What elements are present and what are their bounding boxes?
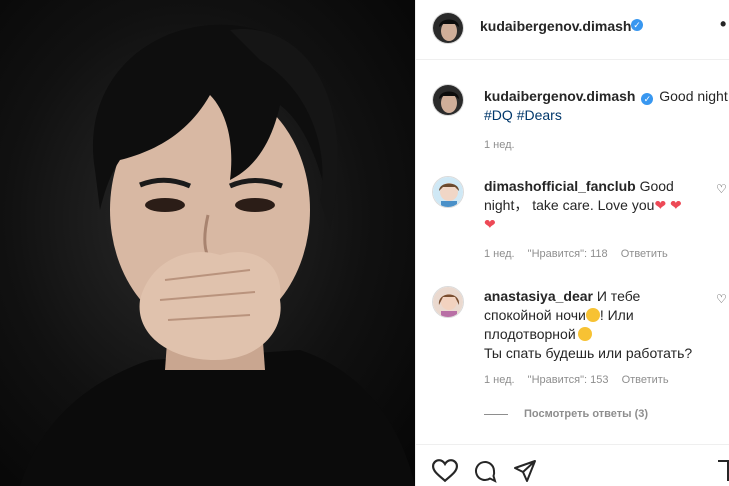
comment-username[interactable]: anastasiya_dear xyxy=(484,288,593,304)
comment-text: Good xyxy=(639,178,674,194)
comment-text: спокойной ночи xyxy=(484,307,586,323)
smile-emoji-icon xyxy=(585,308,600,322)
comment: dimashofficial_fanclub Good night， take … xyxy=(484,177,718,234)
avatar-image xyxy=(433,177,463,207)
hashtag-dears[interactable]: #Dears xyxy=(517,107,562,123)
like-comment-icon[interactable]: ♡ xyxy=(716,292,727,306)
red-heart-emoji: ❤ xyxy=(484,216,496,232)
comment-text: night， take care. Love you xyxy=(484,197,655,213)
more-options-icon[interactable]: • xyxy=(720,14,726,35)
reply-link[interactable]: Ответить xyxy=(622,374,669,386)
view-replies-label: Посмотреть ответы (3) xyxy=(524,408,649,420)
caption: kudaibergenov.dimash ✓ Good night! #DQ #… xyxy=(484,87,729,125)
replies-divider xyxy=(484,413,508,415)
comment: anastasiya_dear И тебе спокойной ночи ! И… xyxy=(484,287,718,363)
post-header: kudaibergenov.dimash ✓ • xyxy=(416,0,729,60)
comment-text: Ты спать будешь или работать? xyxy=(484,345,693,361)
share-icon[interactable] xyxy=(512,459,538,483)
caption-avatar[interactable] xyxy=(432,84,464,116)
comment-text: ! Или xyxy=(599,307,634,323)
avatar[interactable] xyxy=(432,12,464,44)
comment-icon[interactable] xyxy=(472,459,498,483)
comment-meta: 1 нед. "Нравится": 118 Ответить xyxy=(484,248,678,260)
like-comment-icon[interactable]: ♡ xyxy=(716,182,727,196)
comment-time: 1 нед. xyxy=(484,248,515,260)
comment-meta: 1 нед. "Нравится": 153 Ответить xyxy=(484,374,679,386)
comment-likes[interactable]: "Нравится": 153 xyxy=(528,374,609,386)
action-bar xyxy=(416,444,729,486)
verified-icon: ✓ xyxy=(641,93,654,105)
post-photo[interactable] xyxy=(0,0,415,486)
caption-time: 1 нед. xyxy=(484,139,515,151)
caption-text: Good night! xyxy=(659,88,729,104)
bookmark-icon[interactable] xyxy=(716,459,729,483)
reply-link[interactable]: Ответить xyxy=(621,248,668,260)
portrait-illustration xyxy=(20,24,415,486)
comment-time: 1 нед. xyxy=(484,374,515,386)
caption-username[interactable]: kudaibergenov.dimash xyxy=(484,88,635,104)
hashtag-dq[interactable]: #DQ xyxy=(484,107,513,123)
comment-avatar[interactable] xyxy=(432,176,464,208)
comment-text: И тебе xyxy=(596,288,641,304)
verified-icon: ✓ xyxy=(631,19,643,31)
avatar-image xyxy=(433,287,463,317)
header-username[interactable]: kudaibergenov.dimash xyxy=(480,18,631,34)
comment-likes[interactable]: "Нравится": 118 xyxy=(528,248,608,260)
comment-avatar[interactable] xyxy=(432,286,464,318)
post-side-panel: kudaibergenov.dimash ✓ • kudaibergenov.d… xyxy=(415,0,729,486)
comment-text: плодотворной xyxy=(484,326,576,342)
smirk-emoji-icon xyxy=(577,327,592,341)
avatar-image xyxy=(433,85,463,115)
comment-username[interactable]: dimashofficial_fanclub xyxy=(484,178,636,194)
heart-icon[interactable] xyxy=(432,459,458,483)
red-heart-emoji: ❤ ❤ xyxy=(654,197,682,213)
avatar-image xyxy=(433,13,463,43)
view-replies[interactable]: Посмотреть ответы (3) xyxy=(484,408,648,420)
